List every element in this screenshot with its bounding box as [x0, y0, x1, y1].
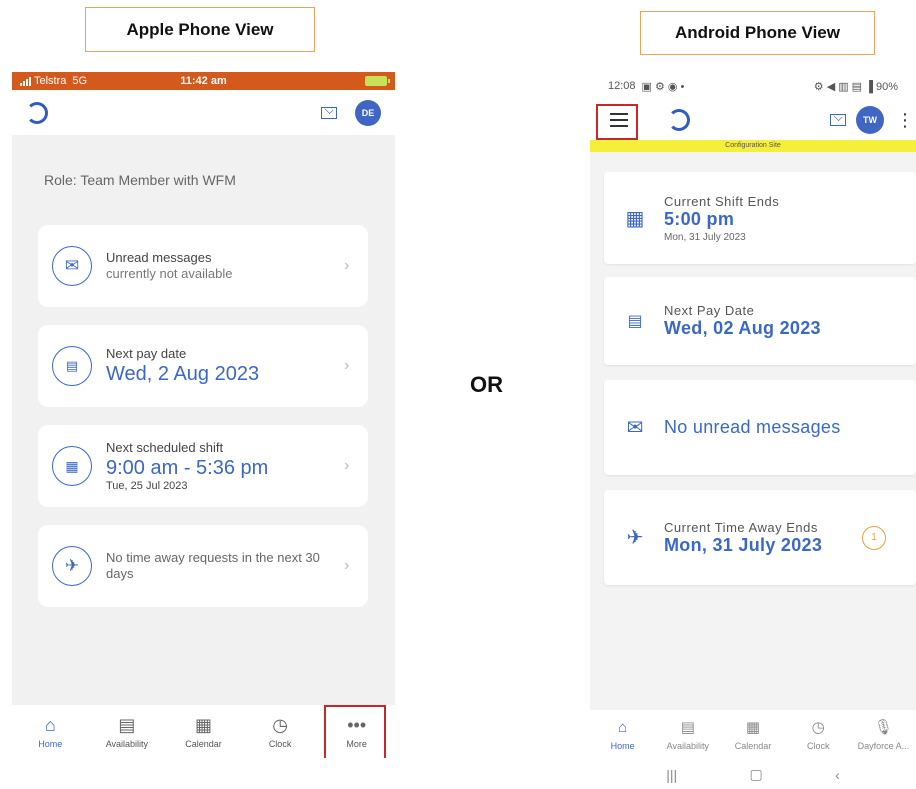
dayforce-logo-icon[interactable] [668, 109, 690, 131]
user-avatar[interactable]: TW [856, 106, 884, 134]
availability-icon: ▤ [118, 714, 136, 735]
apple-view-label: Apple Phone View [85, 7, 315, 52]
microphone-icon: 🎙 [873, 718, 893, 736]
tab-label: Clock [806, 740, 830, 751]
envelope-icon: ✉ [52, 246, 92, 286]
tab-calendar[interactable]: ▦ Calendar [720, 710, 785, 760]
time-away-card[interactable]: ✈ No time away requests in the next 30 d… [38, 525, 368, 607]
tab-label: Dayforce A... [857, 740, 910, 751]
home-icon: ⌂ [44, 714, 56, 735]
home-icon: ⌂ [618, 718, 628, 736]
availability-icon: ▤ [680, 718, 695, 736]
pay-icon: ▤ [627, 313, 643, 330]
android-status-bar: 12:08 ▣ ⚙ ◉ • ⚙ ◀ ▥ ▤ ▐ 90% [590, 72, 916, 100]
card-title: Next scheduled shift [106, 440, 224, 455]
tab-clock[interactable]: ◷ Clock [242, 705, 319, 758]
unread-messages-card[interactable]: ✉ No unread messages [604, 380, 916, 475]
card-subtitle: currently not available [106, 266, 233, 281]
next-pay-date-card[interactable]: ▤ Next pay date Wed, 2 Aug 2023 › [38, 325, 368, 407]
tab-label: Home [38, 738, 63, 749]
tab-label: Calendar [734, 740, 772, 751]
card-title: Next pay date [106, 346, 187, 361]
messages-envelope-icon[interactable] [321, 106, 337, 119]
calendar-icon: ▦ [745, 718, 761, 736]
or-label: OR [470, 372, 503, 397]
chevron-right-icon: › [344, 357, 350, 374]
calendar-icon: ▦ [625, 207, 645, 230]
card-label: Current Shift Ends [664, 193, 780, 209]
app-header: DE [12, 90, 395, 135]
status-time: 12:08 [608, 80, 636, 92]
card-value: Wed, 2 Aug 2023 [106, 363, 260, 385]
card-title: No time away requests in the next 30 day… [106, 550, 320, 581]
configuration-site-banner: Configuration Site [590, 140, 916, 152]
card-date: Tue, 25 Jul 2023 [106, 480, 188, 492]
app-header: TW ⋮ [590, 100, 916, 140]
notification-icons: ▣ ⚙ ◉ • [641, 80, 685, 93]
kebab-menu-icon[interactable]: ⋮ [896, 110, 914, 131]
plane-icon: ✈ [626, 527, 644, 549]
calendar-icon: ▦ [52, 446, 92, 486]
tab-label: Availability [666, 740, 709, 751]
pay-icon: ▤ [52, 346, 92, 386]
home-button-icon[interactable]: ▢ [750, 766, 763, 783]
more-highlight-box [324, 705, 386, 758]
apple-phone-screen: Telstra 5G 11:42 am DE Role: Team Member… [12, 72, 395, 758]
tab-availability[interactable]: ▤ Availability [655, 710, 720, 760]
tab-home[interactable]: ⌂ Home [590, 710, 655, 760]
tab-home[interactable]: ⌂ Home [12, 705, 89, 758]
android-phone-screen: 12:08 ▣ ⚙ ◉ • ⚙ ◀ ▥ ▤ ▐ 90% TW ⋮ Configu… [590, 72, 916, 789]
chevron-right-icon: › [344, 257, 350, 274]
dayforce-logo-icon[interactable] [26, 101, 48, 124]
calendar-icon: ▦ [194, 714, 212, 735]
back-icon[interactable]: ‹ [835, 767, 840, 783]
ios-status-bar: Telstra 5G 11:42 am [12, 72, 395, 90]
network-label: 5G [72, 75, 88, 87]
card-title: Unread messages [106, 250, 212, 265]
clock-icon: ◷ [272, 714, 288, 735]
card-value: 9:00 am - 5:36 pm [106, 457, 269, 479]
tab-label: Home [610, 740, 635, 751]
plane-icon: ✈ [52, 546, 92, 586]
card-value: 5:00 pm [664, 208, 735, 229]
apple-view-label-text: Apple Phone View [126, 19, 274, 39]
unread-messages-card[interactable]: ✉ Unread messages currently not availabl… [38, 225, 368, 307]
next-scheduled-shift-card[interactable]: ▦ Next scheduled shift 9:00 am - 5:36 pm… [38, 425, 368, 507]
android-system-nav: ||| ▢ ‹ [590, 760, 916, 789]
current-shift-card[interactable]: ▦ Current Shift Ends 5:00 pm Mon, 31 Jul… [604, 172, 916, 264]
tab-availability[interactable]: ▤ Availability [89, 705, 166, 758]
count-badge: 1 [862, 525, 886, 550]
tab-label: Clock [268, 738, 292, 749]
current-time-away-card[interactable]: ✈ Current Time Away Ends Mon, 31 July 20… [604, 490, 916, 585]
carrier-label: Telstra [34, 75, 67, 87]
card-label: Next Pay Date [664, 303, 755, 318]
card-value: Mon, 31 July 2023 [664, 534, 823, 555]
chevron-right-icon: › [344, 457, 350, 474]
android-view-label: Android Phone View [640, 11, 875, 55]
signal-icon [20, 76, 31, 86]
next-pay-date-card[interactable]: ▤ Next Pay Date Wed, 02 Aug 2023 [604, 277, 916, 365]
role-label: Role: Team Member with WFM [44, 172, 236, 188]
battery-percent: ⚙ ◀ ▥ ▤ ▐ 90% [813, 80, 898, 93]
card-date: Mon, 31 July 2023 [664, 231, 746, 243]
tab-label: Calendar [185, 738, 222, 749]
card-label: Current Time Away Ends [664, 519, 818, 535]
clock-icon: ◷ [811, 718, 825, 736]
recents-icon[interactable]: ||| [666, 767, 677, 783]
android-view-label-text: Android Phone View [675, 23, 840, 42]
user-avatar[interactable]: DE [355, 99, 381, 126]
menu-highlight-box [596, 104, 638, 140]
android-tab-bar: ⌂ Home ▤ Availability ▦ Calendar ◷ Clock 🎙 Da… [590, 710, 916, 760]
tab-label: Availability [105, 738, 149, 749]
envelope-icon: ✉ [626, 417, 644, 439]
chevron-right-icon: › [344, 557, 350, 574]
battery-icon [365, 76, 390, 86]
tab-calendar[interactable]: ▦ Calendar [165, 705, 242, 758]
card-value: Wed, 02 Aug 2023 [664, 318, 821, 338]
messages-envelope-icon[interactable] [830, 114, 846, 126]
tab-dayforce-assistant[interactable]: 🎙 Dayforce A... [851, 710, 916, 760]
card-value: No unread messages [664, 417, 841, 437]
tab-clock[interactable]: ◷ Clock [786, 710, 851, 760]
